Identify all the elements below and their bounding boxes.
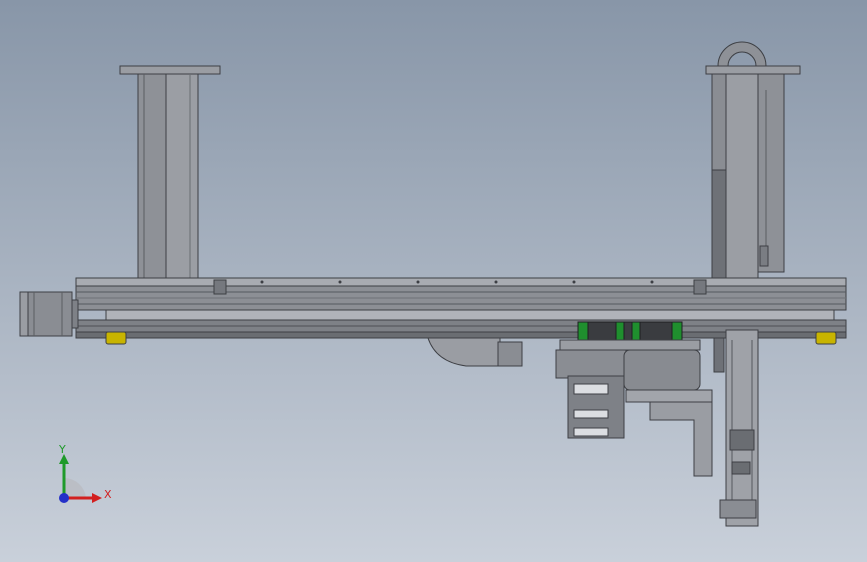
cad-viewport[interactable]: Y X [0, 0, 867, 562]
y-axis-label: Y [58, 443, 66, 456]
left-column [119, 65, 221, 307]
cable-chain [427, 337, 523, 367]
stepper-motor [19, 291, 79, 337]
x-axis-arrowhead [92, 493, 102, 503]
x-axis-label: X [104, 488, 112, 501]
vertical-z-axis [713, 329, 759, 527]
carriage-assembly [555, 339, 713, 477]
coordinate-triad: Y X [58, 443, 112, 503]
z-axis-origin [59, 493, 69, 503]
gantry-assembly-model [19, 41, 847, 527]
horizontal-beam [75, 277, 847, 339]
right-column [705, 41, 801, 309]
linear-guide-carriages [577, 321, 683, 341]
